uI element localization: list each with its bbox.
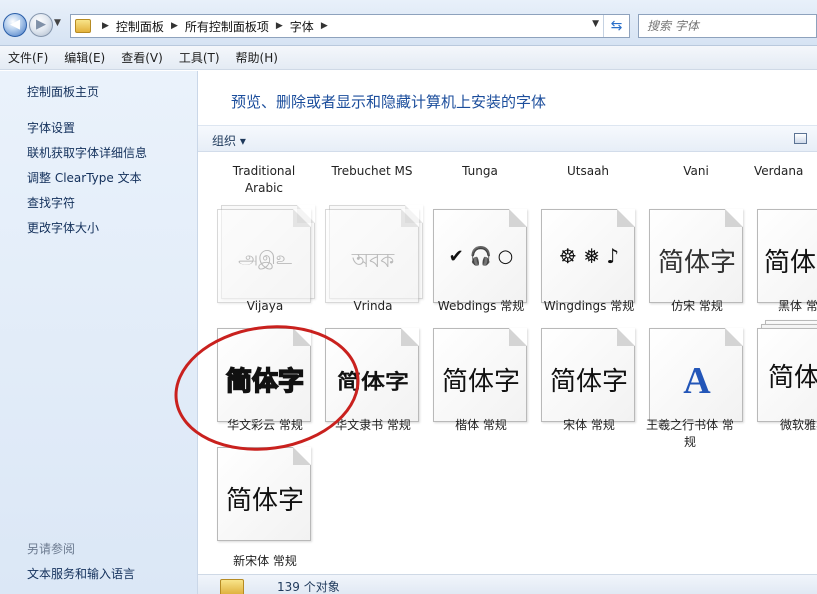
recent-pages-dropdown[interactable]: ▼ (54, 18, 66, 28)
forward-button[interactable]: ▶ (29, 13, 53, 37)
font-tile-fangsong[interactable]: 简体字 (649, 209, 745, 305)
font-preview: 简体字 (325, 328, 419, 422)
status-bar: 139 个对象 (198, 574, 817, 594)
font-label[interactable]: 宋体 常规 (534, 417, 644, 434)
font-label[interactable]: Tunga (430, 163, 530, 180)
organize-button[interactable]: 组织 ▾ (212, 132, 246, 149)
chevron-right-icon[interactable]: ▶ (171, 21, 178, 31)
font-label[interactable]: 仿宋 常规 (642, 298, 752, 315)
font-label[interactable]: 华文隶书 常规 (318, 417, 428, 434)
breadcrumb-control-panel[interactable]: 控制面板 (116, 18, 164, 35)
chevron-right-icon[interactable]: ▶ (276, 21, 283, 31)
navigation-pane: 控制面板主页 字体设置 联机获取字体详细信息 调整 ClearType 文本 查… (0, 71, 198, 594)
address-bar: ◀ ▶ ▼ ▶ 控制面板 ▶ 所有控制面板项 ▶ 字体 ▶ ▼ ⇆ (0, 0, 817, 46)
font-tile-songti[interactable]: 简体字 (541, 328, 637, 424)
menu-tools[interactable]: 工具(T) (179, 49, 220, 66)
content-pane: 预览、删除或者显示和隐藏计算机上安装的字体 组织 ▾ Traditional A… (198, 71, 817, 594)
font-label[interactable]: Vijaya (210, 298, 320, 315)
link-adjust-cleartype[interactable]: 调整 ClearType 文本 (27, 169, 142, 186)
font-preview: ✔ 🎧 ○ (433, 209, 527, 303)
font-preview: 简体字 (433, 328, 527, 422)
font-label[interactable]: 楷体 常规 (426, 417, 536, 434)
font-label[interactable]: 新宋体 常规 (210, 553, 320, 570)
font-preview: A (649, 328, 743, 422)
font-preview: ☸ ❅ ♪ (541, 209, 635, 303)
folder-icon (220, 579, 244, 594)
font-label[interactable]: 王羲之行书体 常规 (642, 417, 738, 451)
font-preview: 简体字 (217, 447, 311, 541)
breadcrumb[interactable]: ▶ 控制面板 ▶ 所有控制面板项 ▶ 字体 ▶ ▼ ⇆ (70, 14, 630, 38)
link-get-font-info-online[interactable]: 联机获取字体详细信息 (27, 144, 147, 161)
link-control-panel-home[interactable]: 控制面板主页 (27, 83, 99, 100)
font-preview: অবক (325, 209, 419, 303)
preview-pane-icon[interactable] (794, 133, 807, 144)
organize-label: 组织 (212, 134, 237, 148)
chevron-down-icon[interactable]: ▼ (592, 19, 599, 29)
font-tile-wangxizhi[interactable]: A (649, 328, 745, 424)
font-tile-wingdings[interactable]: ☸ ❅ ♪ (541, 209, 637, 305)
font-tile-msyahei[interactable]: 简体 (757, 320, 817, 424)
font-label[interactable]: 微软雅黑 (750, 417, 817, 434)
font-preview: அஇஉ (217, 209, 311, 303)
link-font-settings[interactable]: 字体设置 (27, 119, 75, 136)
refresh-icon[interactable]: ⇆ (603, 15, 629, 37)
page-title: 预览、删除或者显示和隐藏计算机上安装的字体 (231, 93, 547, 111)
font-label[interactable]: 黑体 常规 (750, 298, 817, 315)
link-find-character[interactable]: 查找字符 (27, 194, 75, 211)
font-label[interactable]: Traditional Arabic (214, 163, 314, 197)
font-tile-vrinda[interactable]: অবক (325, 205, 423, 305)
folder-icon (75, 19, 91, 33)
link-change-font-size[interactable]: 更改字体大小 (27, 219, 99, 236)
font-label[interactable]: Verdana (754, 163, 817, 180)
font-tile-xinsongti[interactable]: 简体字 (217, 447, 313, 543)
font-label[interactable]: Webdings 常规 (426, 298, 536, 315)
breadcrumb-fonts[interactable]: 字体 (290, 18, 314, 35)
font-preview: 简体字 (649, 209, 743, 303)
search-box[interactable] (638, 14, 817, 38)
breadcrumb-all-items[interactable]: 所有控制面板项 (185, 18, 269, 35)
menu-bar: 文件(F) 编辑(E) 查看(V) 工具(T) 帮助(H) (0, 46, 817, 70)
font-label[interactable]: Utsaah (538, 163, 638, 180)
font-label[interactable]: Vrinda (318, 298, 428, 315)
font-tile-huawen-lishu[interactable]: 简体字 (325, 328, 421, 424)
font-label[interactable]: 华文彩云 常规 (210, 417, 320, 434)
font-tile-vijaya[interactable]: அஇஉ (217, 205, 315, 305)
font-preview: 简体字 (541, 328, 635, 422)
font-tile-webdings[interactable]: ✔ 🎧 ○ (433, 209, 529, 305)
chevron-right-icon[interactable]: ▶ (321, 21, 328, 31)
menu-view[interactable]: 查看(V) (121, 49, 163, 66)
font-preview: 简体 (757, 328, 817, 422)
font-tile-huawen-caiyun[interactable]: 简体字 (217, 328, 313, 424)
font-preview: 简体字 (217, 328, 311, 422)
font-preview: 简体 (757, 209, 817, 303)
see-also-heading: 另请参阅 (27, 542, 76, 556)
menu-edit[interactable]: 编辑(E) (64, 49, 105, 66)
font-label[interactable]: Vani (646, 163, 746, 180)
back-button[interactable]: ◀ (3, 13, 27, 37)
font-tile-heiti[interactable]: 简体 (757, 209, 817, 305)
item-count: 139 个对象 (277, 580, 340, 594)
link-text-services[interactable]: 文本服务和输入语言 (27, 565, 135, 582)
font-label[interactable]: Trebuchet MS (322, 163, 422, 180)
chevron-right-icon[interactable]: ▶ (102, 21, 109, 31)
menu-file[interactable]: 文件(F) (8, 49, 48, 66)
command-bar: 组织 ▾ (198, 125, 817, 152)
menu-help[interactable]: 帮助(H) (236, 49, 278, 66)
font-label[interactable]: Wingdings 常规 (534, 298, 644, 315)
font-tile-kaiti[interactable]: 简体字 (433, 328, 529, 424)
search-input[interactable] (639, 15, 816, 37)
